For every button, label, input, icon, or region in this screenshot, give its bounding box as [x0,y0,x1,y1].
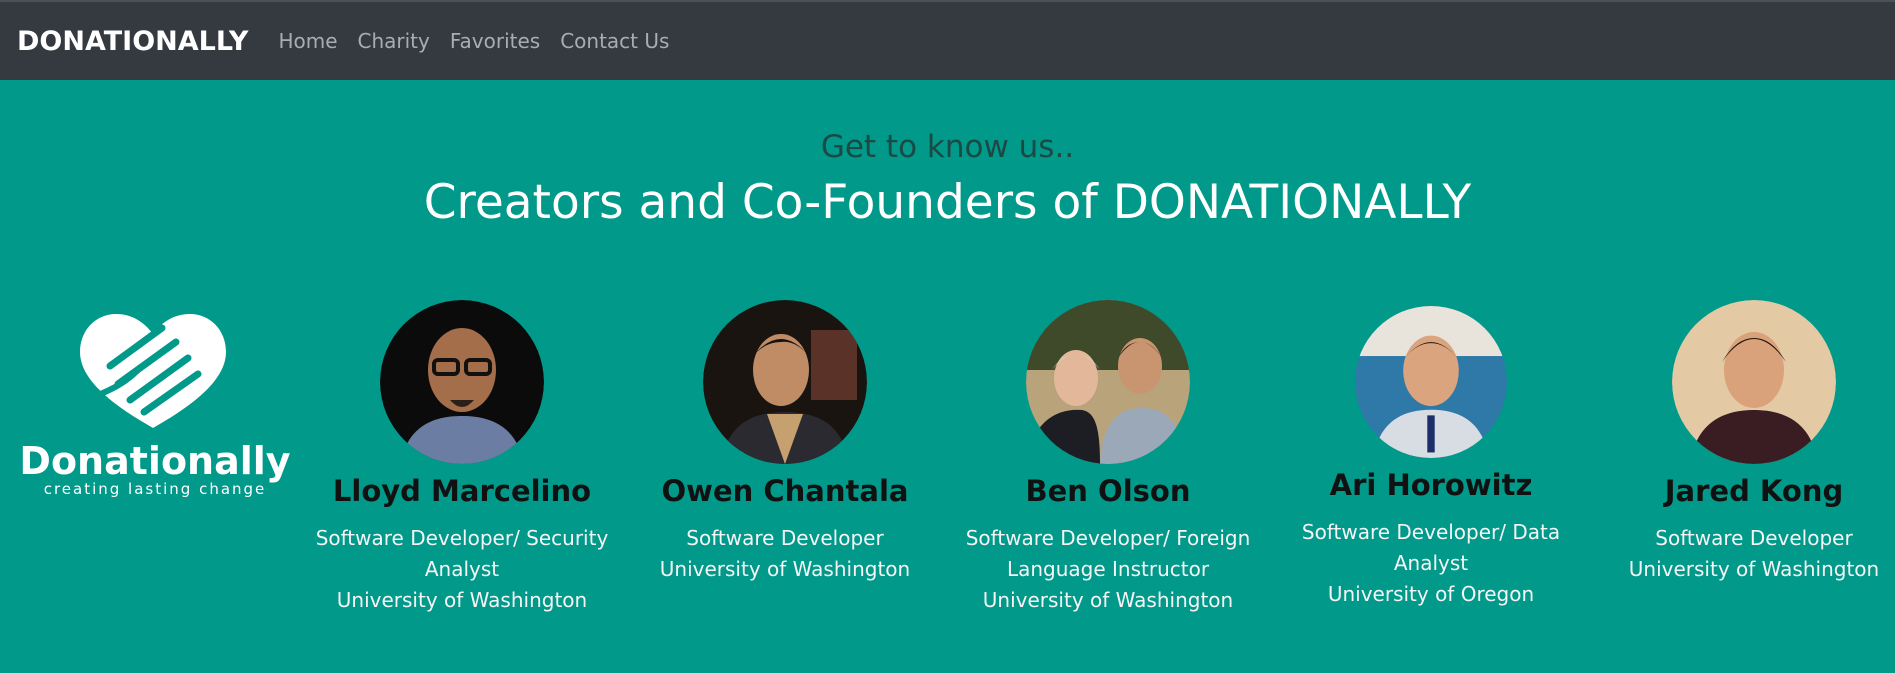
member-name: Owen Chantala [661,474,909,508]
team-member-card: Jared Kong Software Developer University… [1604,300,1895,585]
member-role: Software Developer [686,525,884,550]
team-member-card: Ben Olson Software Developer/ Foreign La… [958,300,1258,616]
logo-name: Donationally [19,439,290,483]
page-title: Creators and Co-Founders of DONATIONALLY [423,175,1472,230]
nav-links: Home Charity Favorites Contact Us [278,29,689,53]
member-school: University of Washington [659,556,911,581]
member-role: Software Developer/ Data Analyst [1301,519,1561,575]
team-section: Donationally creating lasting change Llo… [0,300,1895,640]
member-school: University of Washington [1628,556,1880,581]
member-name: Ari Horowitz [1329,468,1533,502]
logo-tagline: creating lasting change [44,480,267,498]
member-school: University of Washington [336,587,588,612]
member-photo [380,300,544,464]
nav-favorites-link[interactable]: Favorites [450,29,540,53]
intro-section: Get to know us.. Creators and Co-Founder… [0,129,1895,230]
member-photo [703,300,867,464]
member-name: Lloyd Marcelino [332,474,592,508]
member-photo [1355,306,1507,458]
nav-contact-link[interactable]: Contact Us [560,29,669,53]
intro-subtitle: Get to know us.. [820,129,1075,165]
brand-link[interactable]: DONATIONALLY [17,26,248,57]
member-photo [1672,300,1836,464]
member-role: Software Developer/ Foreign Language Ins… [965,525,1251,581]
team-member-card: Lloyd Marcelino Software Developer/ Secu… [312,300,612,616]
member-school: University of Washington [982,587,1234,612]
member-name: Jared Kong [1664,474,1844,508]
member-photo [1026,300,1190,464]
member-name: Ben Olson [1025,474,1191,508]
member-role: Software Developer/ Security Analyst [315,525,609,581]
member-school: University of Oregon [1327,581,1535,606]
nav-charity-link[interactable]: Charity [358,29,430,53]
donationally-logo: Donationally creating lasting change [19,314,291,498]
navbar: DONATIONALLY Home Charity Favorites Cont… [0,0,1895,80]
heart-hands-icon [80,314,226,428]
nav-home-link[interactable]: Home [278,29,337,53]
team-member-card: Ari Horowitz Software Developer/ Data An… [1281,300,1581,610]
team-member-card: Owen Chantala Software Developer Univers… [635,300,935,585]
member-role: Software Developer [1655,525,1853,550]
